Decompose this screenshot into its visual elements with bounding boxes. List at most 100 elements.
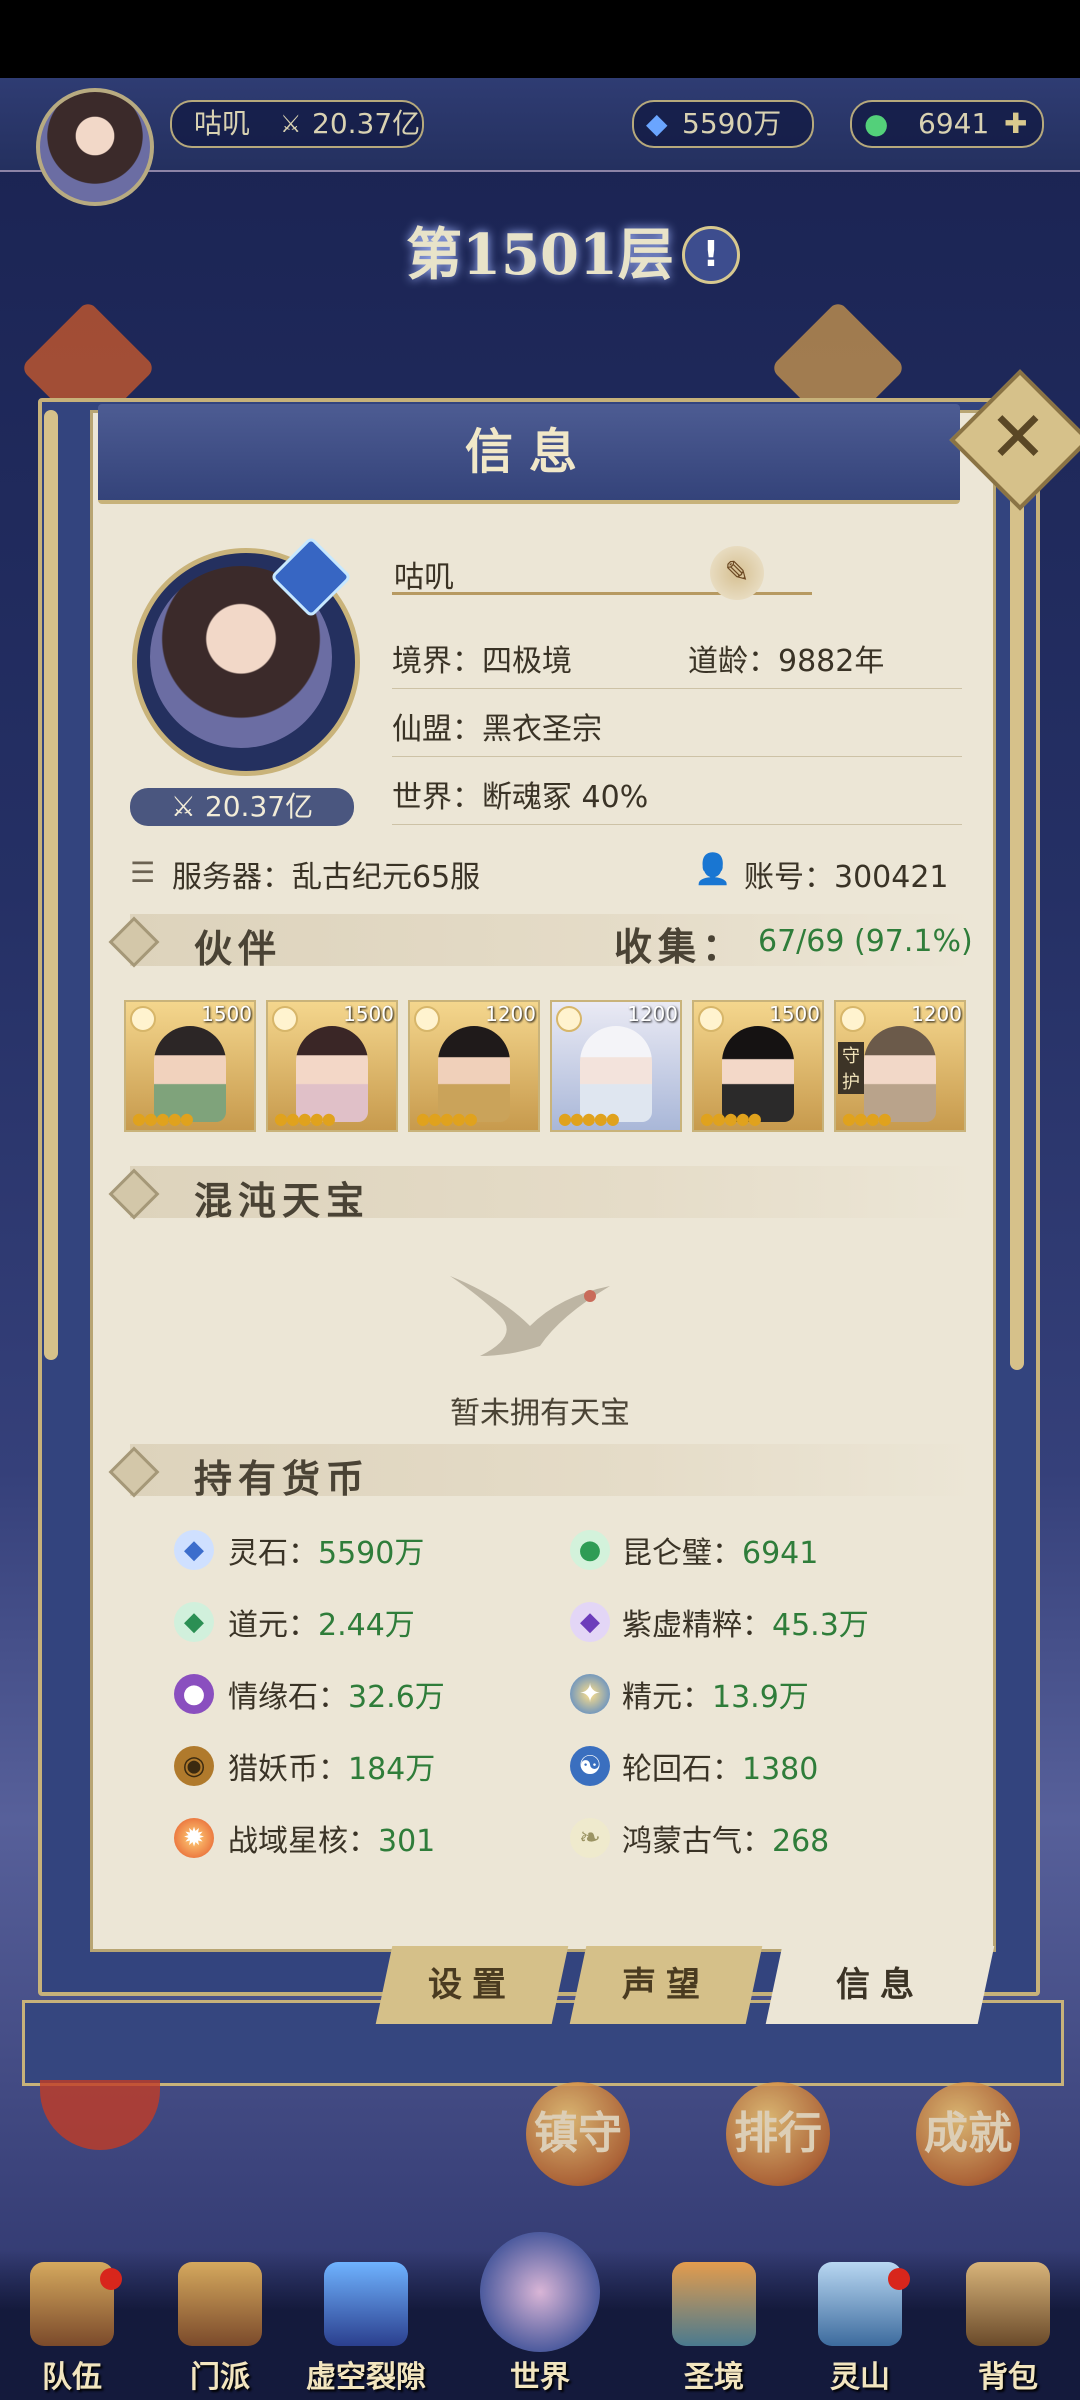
add-jade-icon[interactable]: ✚	[1004, 102, 1027, 146]
demon-coin-icon: ◉	[174, 1746, 214, 1786]
player-info-pill[interactable]: 咕叽 ⚔ 20.37亿	[170, 100, 424, 148]
rank-button[interactable]: 排行	[726, 2082, 830, 2186]
fate-stone-icon: ●	[174, 1674, 214, 1714]
notification-dot	[100, 2268, 122, 2290]
spirit-stone-pill[interactable]: ◆ 5590万	[632, 100, 814, 148]
companion-mark-icon	[840, 1006, 866, 1032]
nav-world-label: 世界	[510, 2360, 570, 2395]
guard-tag: 守护	[838, 1042, 864, 1094]
profile-name: 咕叽	[394, 560, 454, 595]
currency-jade-disc: 昆仑璧：6941	[622, 1536, 819, 1571]
companion-mark-icon	[698, 1006, 724, 1032]
bag-icon	[966, 2262, 1050, 2346]
spirit-stone-icon: ◆	[646, 107, 668, 140]
realm-text: 境界：四极境	[392, 644, 572, 679]
currency-reincarnation-stone: 轮回石：1380	[622, 1752, 819, 1787]
tab-settings[interactable]: 设置	[375, 1946, 569, 2024]
profile-power-value: 20.37亿	[204, 790, 314, 823]
companion-level: 1500	[343, 1002, 394, 1026]
dao-age-text: 道龄：9882年	[688, 644, 885, 679]
companion-card[interactable]: 1500 ●●●●●	[124, 1000, 256, 1132]
collect-value: 67/69 (97.1%)	[758, 924, 973, 959]
nav-holy-realm-label: 圣境	[684, 2360, 744, 2395]
companion-mark-icon	[556, 1006, 582, 1032]
currency-ancient-qi: 鸿蒙古气：268	[622, 1824, 830, 1859]
nav-bag[interactable]: 背包	[948, 2262, 1068, 2400]
power-icon: ⚔	[170, 790, 205, 823]
companion-card[interactable]: 1200 ●●●●●	[408, 1000, 540, 1132]
nav-spirit-mountain[interactable]: 灵山	[800, 2262, 920, 2400]
sect-icon	[178, 2262, 262, 2346]
companion-portrait	[154, 1026, 226, 1122]
currency-dao-yuan: 道元：2.44万	[228, 1608, 415, 1643]
notification-dot	[888, 2268, 910, 2290]
panel-title: 信息	[98, 404, 960, 504]
currency-purple-essence: 紫虚精粹：45.3万	[622, 1608, 869, 1643]
star-core-icon: ✹	[174, 1818, 214, 1858]
power-icon: ⚔	[280, 110, 302, 138]
account-icon: 👤	[694, 852, 732, 887]
currency-star-core: 战域星核：301	[228, 1824, 436, 1859]
void-rift-icon	[324, 2262, 408, 2346]
companion-level: 1200	[627, 1002, 678, 1026]
divider	[392, 756, 962, 757]
companion-stars: ●●●●●	[416, 1109, 478, 1128]
tab-info[interactable]: 信息	[765, 1946, 995, 2024]
companion-level: 1500	[769, 1002, 820, 1026]
nav-holy-realm[interactable]: 圣境	[654, 2262, 774, 2400]
rename-brush-icon[interactable]: ✎	[710, 546, 764, 600]
companion-stars: ●●●●●	[274, 1109, 336, 1128]
jade-value: 6941	[918, 107, 990, 140]
server-icon: ☰	[130, 856, 156, 889]
player-avatar[interactable]	[36, 88, 154, 206]
treasure-title: 混沌天宝	[194, 1178, 371, 1223]
purple-crystal-icon: ◆	[570, 1602, 610, 1642]
nav-team[interactable]: 队伍	[12, 2262, 132, 2400]
nav-world[interactable]: 世界	[470, 2232, 610, 2400]
collect-label: 收集：	[614, 924, 747, 969]
jade-disc-icon: ●	[570, 1530, 610, 1570]
holy-realm-icon	[672, 2262, 756, 2346]
guard-button[interactable]: 镇守	[526, 2082, 630, 2186]
treasure-section-header: 混沌天宝	[108, 1166, 980, 1223]
status-bar-area	[0, 0, 1080, 78]
left-scroll-rod	[44, 410, 58, 1360]
jade-pill[interactable]: ● 6941 ✚	[850, 100, 1044, 148]
nav-spirit-mountain-label: 灵山	[830, 2360, 890, 2395]
companion-card[interactable]: 1500 ●●●●●	[692, 1000, 824, 1132]
companion-card[interactable]: 1500 ●●●●●	[266, 1000, 398, 1132]
companion-portrait	[438, 1026, 510, 1122]
divider	[392, 824, 962, 825]
companion-stars: ●●●●●	[700, 1109, 762, 1128]
nav-void-rift[interactable]: 虚空裂隙	[306, 2262, 426, 2400]
top-player-name: 咕叽	[194, 107, 251, 140]
companion-portrait	[864, 1026, 936, 1122]
spirit-stone-icon: ◆	[174, 1530, 214, 1570]
right-scroll-rod	[1010, 410, 1024, 1370]
server-text: 服务器：乱古纪元65服	[172, 860, 481, 895]
nav-void-rift-label: 虚空裂隙	[306, 2360, 426, 2395]
nav-sect-label: 门派	[190, 2360, 250, 2395]
essence-orb-icon: ✦	[570, 1674, 610, 1714]
currency-fate-stone: 情缘石：32.6万	[228, 1680, 445, 1715]
top-power-value: 20.37亿	[312, 107, 421, 140]
achievement-button[interactable]: 成就	[916, 2082, 1020, 2186]
nav-sect[interactable]: 门派	[160, 2262, 280, 2400]
profile-power-badge: ⚔ 20.37亿	[130, 788, 354, 826]
crane-emblem-icon	[440, 1256, 620, 1376]
companions-title: 伙伴	[194, 926, 283, 971]
close-icon[interactable]: ✕	[978, 392, 1058, 482]
tab-reputation[interactable]: 声望	[569, 1946, 763, 2024]
companion-mark-icon	[272, 1006, 298, 1032]
companion-portrait	[580, 1026, 652, 1122]
companion-level: 1500	[201, 1002, 252, 1026]
companion-card[interactable]: 1200 守护 ●●●●	[834, 1000, 966, 1132]
companion-card[interactable]: 1200 ●●●●●	[550, 1000, 682, 1132]
world-icon	[480, 2232, 600, 2352]
floor-info-icon[interactable]: !	[682, 226, 740, 284]
dao-crystal-icon: ◆	[174, 1602, 214, 1642]
jade-icon: ●	[864, 107, 889, 140]
currency-title: 持有货币	[194, 1456, 371, 1501]
companion-portrait	[722, 1026, 794, 1122]
currency-essence: 精元：13.9万	[622, 1680, 809, 1715]
